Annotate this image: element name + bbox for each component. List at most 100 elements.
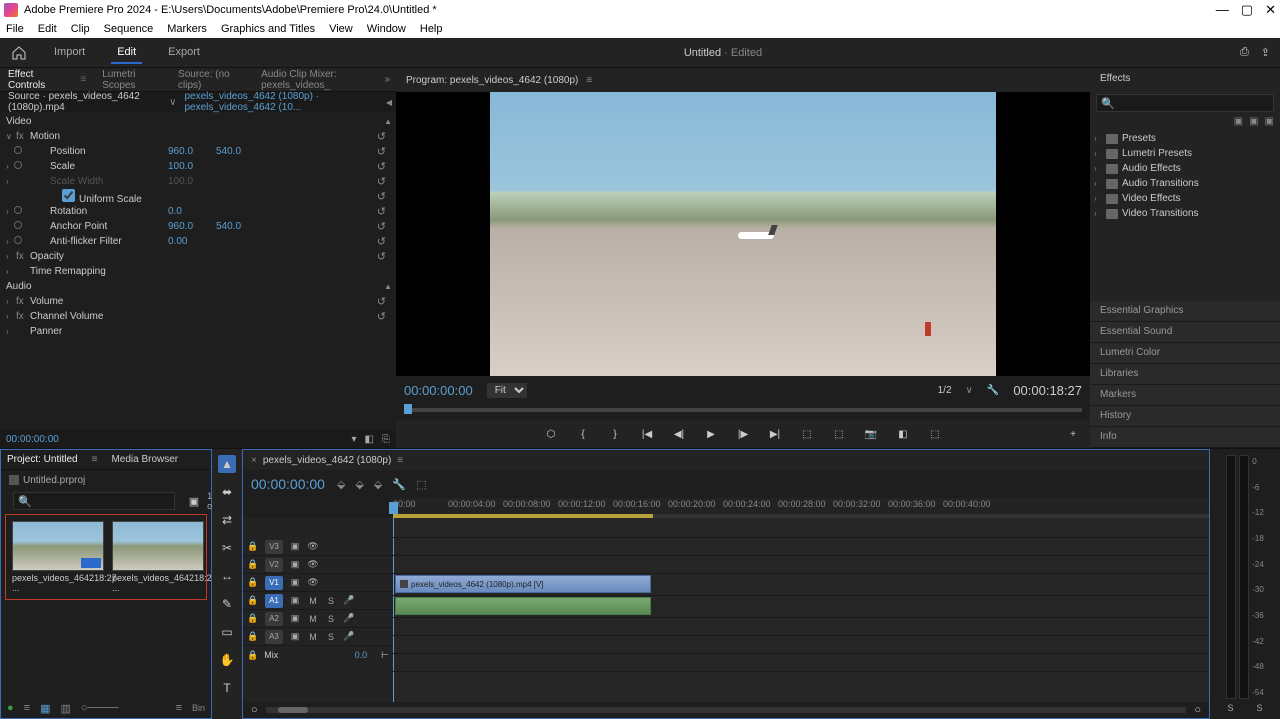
fx-motion[interactable]: ∨fxMotion↺: [0, 129, 396, 144]
freeform-view-icon[interactable]: ▥: [60, 702, 70, 715]
tab-effect-controls[interactable]: Effect Controls: [8, 69, 64, 91]
go-to-in-button[interactable]: |◀: [640, 427, 654, 441]
sequence-tab[interactable]: pexels_videos_4642 (1080p): [263, 455, 391, 466]
effects-audio-effects[interactable]: ›Audio Effects: [1094, 161, 1276, 176]
effects-search-input[interactable]: [1115, 98, 1269, 109]
filter-bin-icon[interactable]: ▣: [189, 495, 199, 508]
compare-button[interactable]: ◧: [896, 427, 910, 441]
zoom-slider[interactable]: ○────: [81, 702, 119, 714]
track-a3-header[interactable]: 🔒A3▣MS🎤: [243, 628, 393, 646]
play-icon[interactable]: ◀: [386, 98, 392, 107]
tab-project[interactable]: Project: Untitled: [7, 454, 78, 465]
fx-time-remap[interactable]: ›Time Remapping: [0, 264, 396, 279]
step-forward-button[interactable]: |▶: [736, 427, 750, 441]
tab-libraries[interactable]: Libraries: [1090, 364, 1280, 385]
menu-edit[interactable]: Edit: [38, 23, 57, 35]
menu-markers[interactable]: Markers: [167, 23, 207, 35]
timeline-lanes[interactable]: pexels_videos_4642 (1080p).mp4 [V]: [393, 518, 1209, 702]
effects-video-effects[interactable]: ›Video Effects: [1094, 191, 1276, 206]
add-marker-icon[interactable]: ⬙: [374, 478, 382, 491]
tab-essential-sound[interactable]: Essential Sound: [1090, 322, 1280, 343]
tab-media-browser[interactable]: Media Browser: [111, 454, 178, 465]
workspace-import[interactable]: Import: [48, 42, 91, 64]
lift-button[interactable]: ⬚: [800, 427, 814, 441]
effect-timecode[interactable]: 00:00:00:00: [6, 434, 59, 445]
quick-export-icon[interactable]: ⎙: [1240, 46, 1249, 59]
tab-essential-graphics[interactable]: Essential Graphics: [1090, 301, 1280, 322]
pen-tool[interactable]: ✎: [218, 595, 236, 613]
tab-lumetri-scopes[interactable]: Lumetri Scopes: [102, 69, 162, 91]
menu-window[interactable]: Window: [367, 23, 406, 35]
clip-item[interactable]: pexels_videos_4642 ...18:27: [12, 521, 104, 593]
track-v2-header[interactable]: 🔒V2▣👁: [243, 556, 393, 574]
selection-tool[interactable]: ▲: [218, 455, 236, 473]
settings-icon[interactable]: 🔧: [392, 478, 406, 491]
snap-icon[interactable]: ⬙: [337, 478, 345, 491]
new-bin-button[interactable]: Bin: [192, 703, 205, 713]
panel-menu-icon[interactable]: ≡: [586, 75, 592, 86]
program-timecode-left[interactable]: 00:00:00:00: [404, 383, 473, 398]
fx-badge-icon[interactable]: ▣: [1234, 116, 1243, 127]
new-item-icon[interactable]: ⎘: [382, 434, 390, 445]
slip-tool[interactable]: ↔: [218, 567, 236, 585]
fx-channel-volume[interactable]: ›fxChannel Volume↺: [0, 309, 396, 324]
menu-sequence[interactable]: Sequence: [104, 23, 154, 35]
workspace-edit[interactable]: Edit: [111, 42, 142, 64]
tab-markers[interactable]: Markers: [1090, 385, 1280, 406]
mark-out-button[interactable]: }: [608, 427, 622, 441]
linked-selection-icon[interactable]: ⬙: [355, 478, 363, 491]
minimize-button[interactable]: —: [1216, 2, 1229, 18]
video-clip[interactable]: pexels_videos_4642 (1080p).mp4 [V]: [395, 575, 651, 593]
fx-accel-icon[interactable]: ▣: [1249, 116, 1258, 127]
icon-view-icon[interactable]: ▦: [40, 702, 50, 715]
clip-item[interactable]: pexels_videos_4642 ...18:27: [112, 521, 204, 593]
timeline-scrollbar[interactable]: [266, 707, 1187, 713]
track-v3-header[interactable]: 🔒V3▣👁: [243, 538, 393, 556]
effects-tab[interactable]: Effects: [1090, 68, 1280, 92]
menu-view[interactable]: View: [329, 23, 353, 35]
project-search-input[interactable]: [38, 496, 170, 507]
add-button[interactable]: +: [1066, 427, 1080, 441]
add-marker-button[interactable]: ⬡: [544, 427, 558, 441]
timeline-timecode[interactable]: 00:00:00:00: [251, 476, 325, 492]
prop-rotation[interactable]: ›Rotation0.0↺: [0, 204, 396, 219]
ripple-edit-tool[interactable]: ⇄: [218, 511, 236, 529]
audio-clip[interactable]: [395, 597, 651, 615]
timeline-ruler[interactable]: 00:00 00:00:04:00 00:00:08:00 00:00:12:0…: [393, 498, 1209, 514]
share-icon[interactable]: ⇪: [1261, 46, 1270, 59]
effects-search[interactable]: 🔍: [1096, 94, 1274, 112]
prop-anti-flicker[interactable]: ›Anti-flicker Filter0.00↺: [0, 234, 396, 249]
reset-icon[interactable]: ↺: [377, 130, 386, 143]
tab-history[interactable]: History: [1090, 406, 1280, 427]
tab-info[interactable]: Info: [1090, 427, 1280, 448]
fx-vr-icon[interactable]: ▣: [1265, 116, 1274, 127]
step-back-button[interactable]: ◀|: [672, 427, 686, 441]
razor-tool[interactable]: ✂: [218, 539, 236, 557]
tab-audio-mixer[interactable]: Audio Clip Mixer: pexels_videos_: [261, 69, 388, 91]
program-scrub[interactable]: [396, 404, 1090, 420]
resolution-select[interactable]: 1/2: [938, 385, 952, 396]
project-search[interactable]: 🔍: [13, 492, 175, 510]
overflow-icon[interactable]: »: [384, 74, 390, 85]
prop-scale[interactable]: ›Scale100.0↺: [0, 159, 396, 174]
workspace-export[interactable]: Export: [162, 42, 206, 64]
mix-row[interactable]: 🔒Mix0.0⊢: [243, 646, 393, 664]
list-view-icon[interactable]: ≡: [24, 702, 30, 714]
track-a2-header[interactable]: 🔒A2▣MS🎤: [243, 610, 393, 628]
solo-right[interactable]: S: [1256, 703, 1262, 713]
tab-lumetri-color[interactable]: Lumetri Color: [1090, 343, 1280, 364]
track-v1-header[interactable]: 🔒V1▣👁: [243, 574, 393, 592]
effects-video-transitions[interactable]: ›Video Transitions: [1094, 206, 1276, 221]
panel-menu-icon[interactable]: ≡: [397, 455, 403, 466]
fx-volume[interactable]: ›fxVolume↺: [0, 294, 396, 309]
export-frame-button[interactable]: 📷: [864, 427, 878, 441]
prop-position[interactable]: Position960.0540.0↺: [0, 144, 396, 159]
zoom-out-handle[interactable]: ○: [251, 704, 258, 716]
close-button[interactable]: ✕: [1265, 2, 1276, 18]
rectangle-tool[interactable]: ▭: [218, 623, 236, 641]
home-icon[interactable]: [10, 45, 28, 61]
button-editor[interactable]: ⬚: [928, 427, 942, 441]
maximize-button[interactable]: ▢: [1241, 2, 1253, 18]
sort-icon[interactable]: ≡: [176, 702, 182, 714]
extract-button[interactable]: ⬚: [832, 427, 846, 441]
